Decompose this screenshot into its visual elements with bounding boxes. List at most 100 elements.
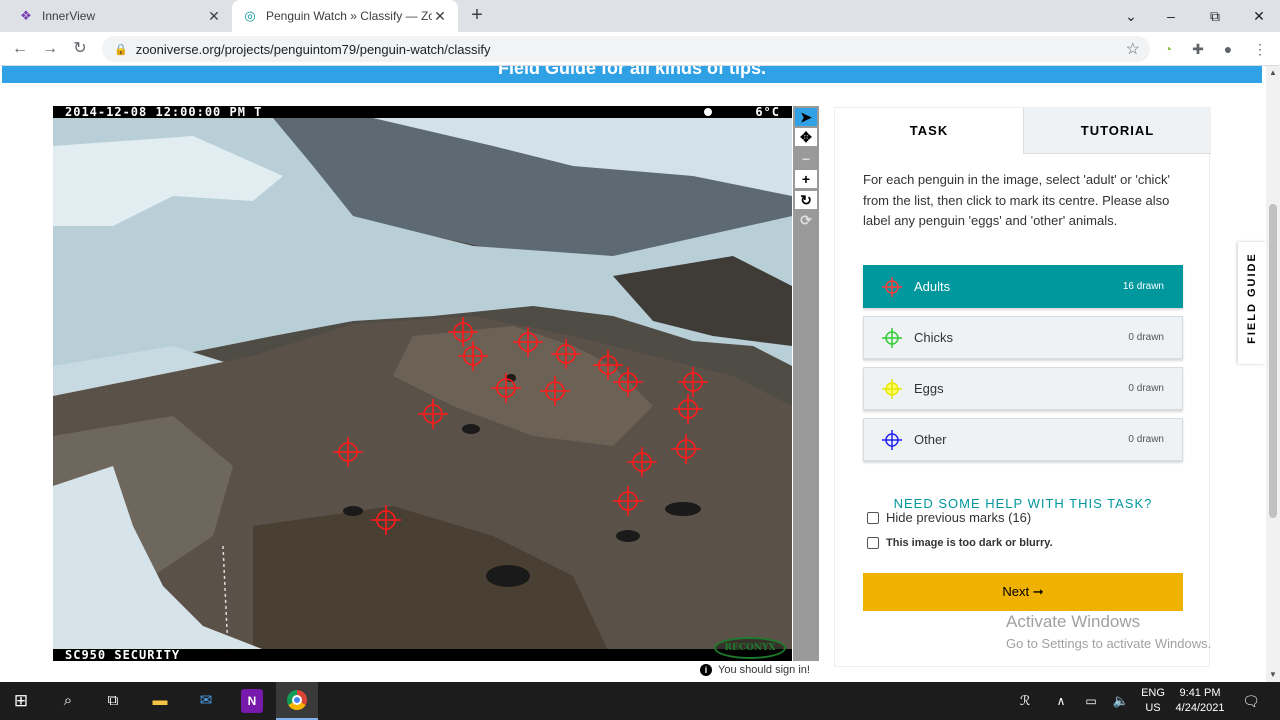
image-toolbar: ➤ ✥ − + ↻ ⟳ <box>793 106 819 661</box>
people-icon[interactable]: ℛ <box>1012 689 1038 713</box>
volume-icon[interactable]: 🔈 <box>1108 689 1134 713</box>
camera-model-bar: SC950 SECURITY <box>53 649 792 661</box>
tool-option-label: Eggs <box>914 381 944 396</box>
windows-start-icon[interactable]: ⊞ <box>8 689 34 713</box>
close-tab-icon[interactable]: ✕ <box>432 8 448 25</box>
battery-icon[interactable]: ▭ <box>1078 689 1104 713</box>
browser-tab-bar: ❖ InnerView ✕ ◎ Penguin Watch » Classify… <box>0 0 1280 32</box>
language-indicator[interactable]: ENG US <box>1138 682 1168 720</box>
tab-search-icon[interactable]: ⌄ <box>1116 4 1146 28</box>
extension-icon[interactable]: ◔ <box>1158 39 1178 59</box>
tool-option-count: 16 drawn <box>1122 281 1164 292</box>
tab-tutorial[interactable]: TUTORIAL <box>1023 108 1211 154</box>
minimize-button[interactable]: – <box>1156 4 1186 28</box>
reload-icon[interactable]: ↻ <box>68 37 92 61</box>
camera-model: SC950 SECURITY <box>65 648 181 661</box>
new-tab-button[interactable]: + <box>466 5 488 26</box>
tab-title: InnerView <box>42 9 96 23</box>
tool-option-count: 0 drawn <box>1128 383 1164 394</box>
tool-option-other[interactable]: Other 0 drawn <box>863 418 1183 461</box>
innerview-favicon-icon: ❖ <box>20 8 32 23</box>
rotate-icon[interactable]: ↻ <box>795 191 817 209</box>
too-dark-label: This image is too dark or blurry. <box>886 537 1053 549</box>
close-tab-icon[interactable]: ✕ <box>206 8 222 25</box>
url-text: zooniverse.org/projects/penguintom79/pen… <box>135 41 491 57</box>
zooniverse-favicon-icon: ◎ <box>244 8 256 23</box>
watermark-line1: Activate Windows <box>1006 612 1141 631</box>
zoom-in-icon[interactable]: + <box>795 170 817 188</box>
task-view-icon[interactable]: ⧉ <box>100 689 126 713</box>
notifications-icon[interactable]: 🗨 <box>1238 689 1264 713</box>
task-instructions: For each penguin in the image, select 'a… <box>863 172 1170 228</box>
browser-toolbar: ← → ↻ 🔒 zooniverse.org/projects/penguint… <box>0 32 1280 66</box>
camera-temperature: 6°C <box>755 106 780 119</box>
hide-marks-checkbox[interactable] <box>867 511 879 524</box>
moon-phase-icon <box>704 108 712 116</box>
onenote-icon[interactable]: N <box>241 689 263 713</box>
crosshair-blue-icon <box>882 429 902 450</box>
sign-in-text: You should sign in! <box>718 664 810 676</box>
pan-tool-icon[interactable]: ✥ <box>795 128 817 146</box>
panel-tabs: TASK TUTORIAL <box>835 108 1211 154</box>
menu-dots-icon[interactable]: ⋮ <box>1250 39 1270 59</box>
windows-taskbar: ⊞ ⌕ ⧉ ▬ ✉ N ℛ ∧ ▭ 🔈 ENG US 9:41 PM 4/24/… <box>0 682 1280 720</box>
region-code: US <box>1145 702 1161 714</box>
help-link[interactable]: NEED SOME HELP WITH THIS TASK? <box>863 496 1183 511</box>
forward-icon[interactable]: → <box>38 37 62 61</box>
next-button[interactable]: Next ➞ <box>863 573 1183 611</box>
too-dark-checkbox[interactable] <box>867 537 879 549</box>
file-explorer-icon[interactable]: ▬ <box>147 689 173 713</box>
crosshair-red-icon <box>882 276 902 297</box>
pointer-tool-icon[interactable]: ➤ <box>795 108 817 126</box>
tool-option-adults[interactable]: Adults 16 drawn <box>863 265 1183 308</box>
chrome-taskbar-button[interactable] <box>276 682 318 720</box>
tab-task[interactable]: TASK <box>835 108 1023 154</box>
tool-option-count: 0 drawn <box>1128 332 1164 343</box>
tool-option-label: Chicks <box>914 330 954 345</box>
tray-chevron-icon[interactable]: ∧ <box>1048 689 1074 713</box>
chrome-icon <box>287 690 307 710</box>
puzzle-extensions-icon[interactable]: ✚ <box>1188 39 1208 59</box>
clock-time: 9:41 PM <box>1179 687 1221 699</box>
hide-marks-row[interactable]: Hide previous marks (16) <box>867 510 1031 525</box>
page-scrollbar[interactable]: ▲ ▼ <box>1266 66 1280 682</box>
info-icon: i <box>700 664 712 676</box>
lock-icon: 🔒 <box>114 43 128 56</box>
sign-in-notice[interactable]: i You should sign in! <box>700 664 810 676</box>
field-guide-banner: Field Guide for all kinds of tips. <box>2 66 1262 83</box>
address-bar[interactable]: 🔒 zooniverse.org/projects/penguintom79/p… <box>102 36 1150 62</box>
clock-date: 4/24/2021 <box>1175 702 1225 714</box>
tab-innerview[interactable]: ❖ InnerView ✕ <box>8 0 232 32</box>
bookmark-star-icon[interactable]: ☆ <box>1126 39 1140 59</box>
page-content: Field Guide for all kinds of tips. 2014-… <box>0 66 1266 682</box>
field-guide-tab[interactable]: FIELD GUIDE <box>1238 242 1266 364</box>
search-icon[interactable]: ⌕ <box>55 689 81 713</box>
profile-avatar-icon[interactable]: ● <box>1218 39 1238 59</box>
tool-option-chicks[interactable]: Chicks 0 drawn <box>863 316 1183 359</box>
zoom-out-icon[interactable]: − <box>795 150 817 168</box>
task-panel: TASK TUTORIAL For each penguin in the im… <box>834 107 1211 667</box>
too-dark-row[interactable]: This image is too dark or blurry. <box>867 537 1053 549</box>
mail-icon[interactable]: ✉ <box>193 689 219 713</box>
crosshair-green-icon <box>882 327 902 348</box>
maximize-button[interactable]: ⧉ <box>1200 4 1230 28</box>
scrollbar-thumb[interactable] <box>1269 204 1277 518</box>
field-guide-label: FIELD GUIDE <box>1246 252 1258 344</box>
tool-option-label: Other <box>914 432 947 447</box>
reset-view-icon[interactable]: ⟳ <box>795 211 817 229</box>
scroll-up-icon[interactable]: ▲ <box>1266 66 1280 80</box>
tool-option-eggs[interactable]: Eggs 0 drawn <box>863 367 1183 410</box>
close-window-button[interactable]: ✕ <box>1244 4 1274 28</box>
hide-marks-label: Hide previous marks (16) <box>886 510 1032 525</box>
tab-penguin-watch[interactable]: ◎ Penguin Watch » Classify — Zoo ✕ <box>232 0 458 32</box>
clock[interactable]: 9:41 PM 4/24/2021 <box>1172 682 1228 720</box>
back-icon[interactable]: ← <box>8 37 32 61</box>
scroll-down-icon[interactable]: ▼ <box>1266 668 1280 682</box>
camera-timestamp: 2014-12-08 12:00:00 PM T <box>65 106 263 119</box>
subject-image[interactable]: 2014-12-08 12:00:00 PM T 6°C SC950 SECUR… <box>53 106 792 661</box>
reconyx-logo: RECONYX <box>714 637 786 659</box>
subject-image-canvas[interactable] <box>53 106 792 661</box>
tool-option-label: Adults <box>914 279 951 294</box>
banner-text: Field Guide for all kinds of tips. <box>497 66 767 78</box>
crosshair-yellow-icon <box>882 378 902 399</box>
